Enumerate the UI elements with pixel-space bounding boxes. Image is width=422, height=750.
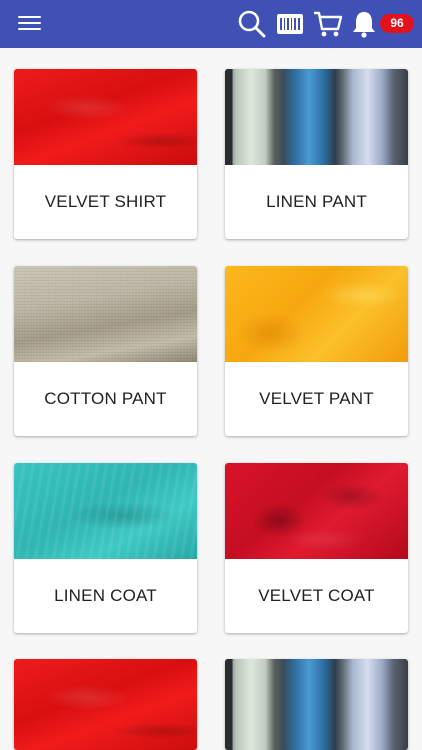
product-image: [14, 463, 197, 559]
product-label: VELVET PANT: [259, 389, 374, 408]
product-image: [14, 266, 197, 362]
notification-count-badge: 96: [380, 14, 414, 33]
product-card[interactable]: LINEN PANT: [225, 69, 408, 239]
product-label: VELVET COAT: [258, 586, 375, 605]
product-card[interactable]: [225, 659, 408, 750]
product-image: [225, 266, 408, 362]
product-card[interactable]: VELVET COAT: [225, 463, 408, 633]
product-image: [225, 69, 408, 165]
product-label: LINEN PANT: [266, 192, 367, 211]
product-image: [225, 659, 408, 750]
product-label: VELVET SHIRT: [44, 192, 167, 211]
barcode-icon[interactable]: [274, 8, 306, 40]
product-card[interactable]: VELVET SHIRT: [14, 69, 197, 239]
hamburger-menu-icon[interactable]: [16, 14, 44, 34]
product-image: [14, 659, 197, 750]
product-label: COTTON PANT: [44, 389, 167, 408]
product-label: LINEN COAT: [54, 586, 157, 605]
product-image: [225, 463, 408, 559]
product-card[interactable]: COTTON PANT: [14, 266, 197, 436]
top-app-bar: 96: [0, 0, 422, 48]
product-card[interactable]: VELVET PANT: [225, 266, 408, 436]
bell-icon[interactable]: [348, 8, 380, 40]
product-card[interactable]: [14, 659, 197, 750]
product-card[interactable]: LINEN COAT: [14, 463, 197, 633]
cart-icon[interactable]: [312, 8, 344, 40]
search-icon[interactable]: [236, 8, 268, 40]
product-image: [14, 69, 197, 165]
